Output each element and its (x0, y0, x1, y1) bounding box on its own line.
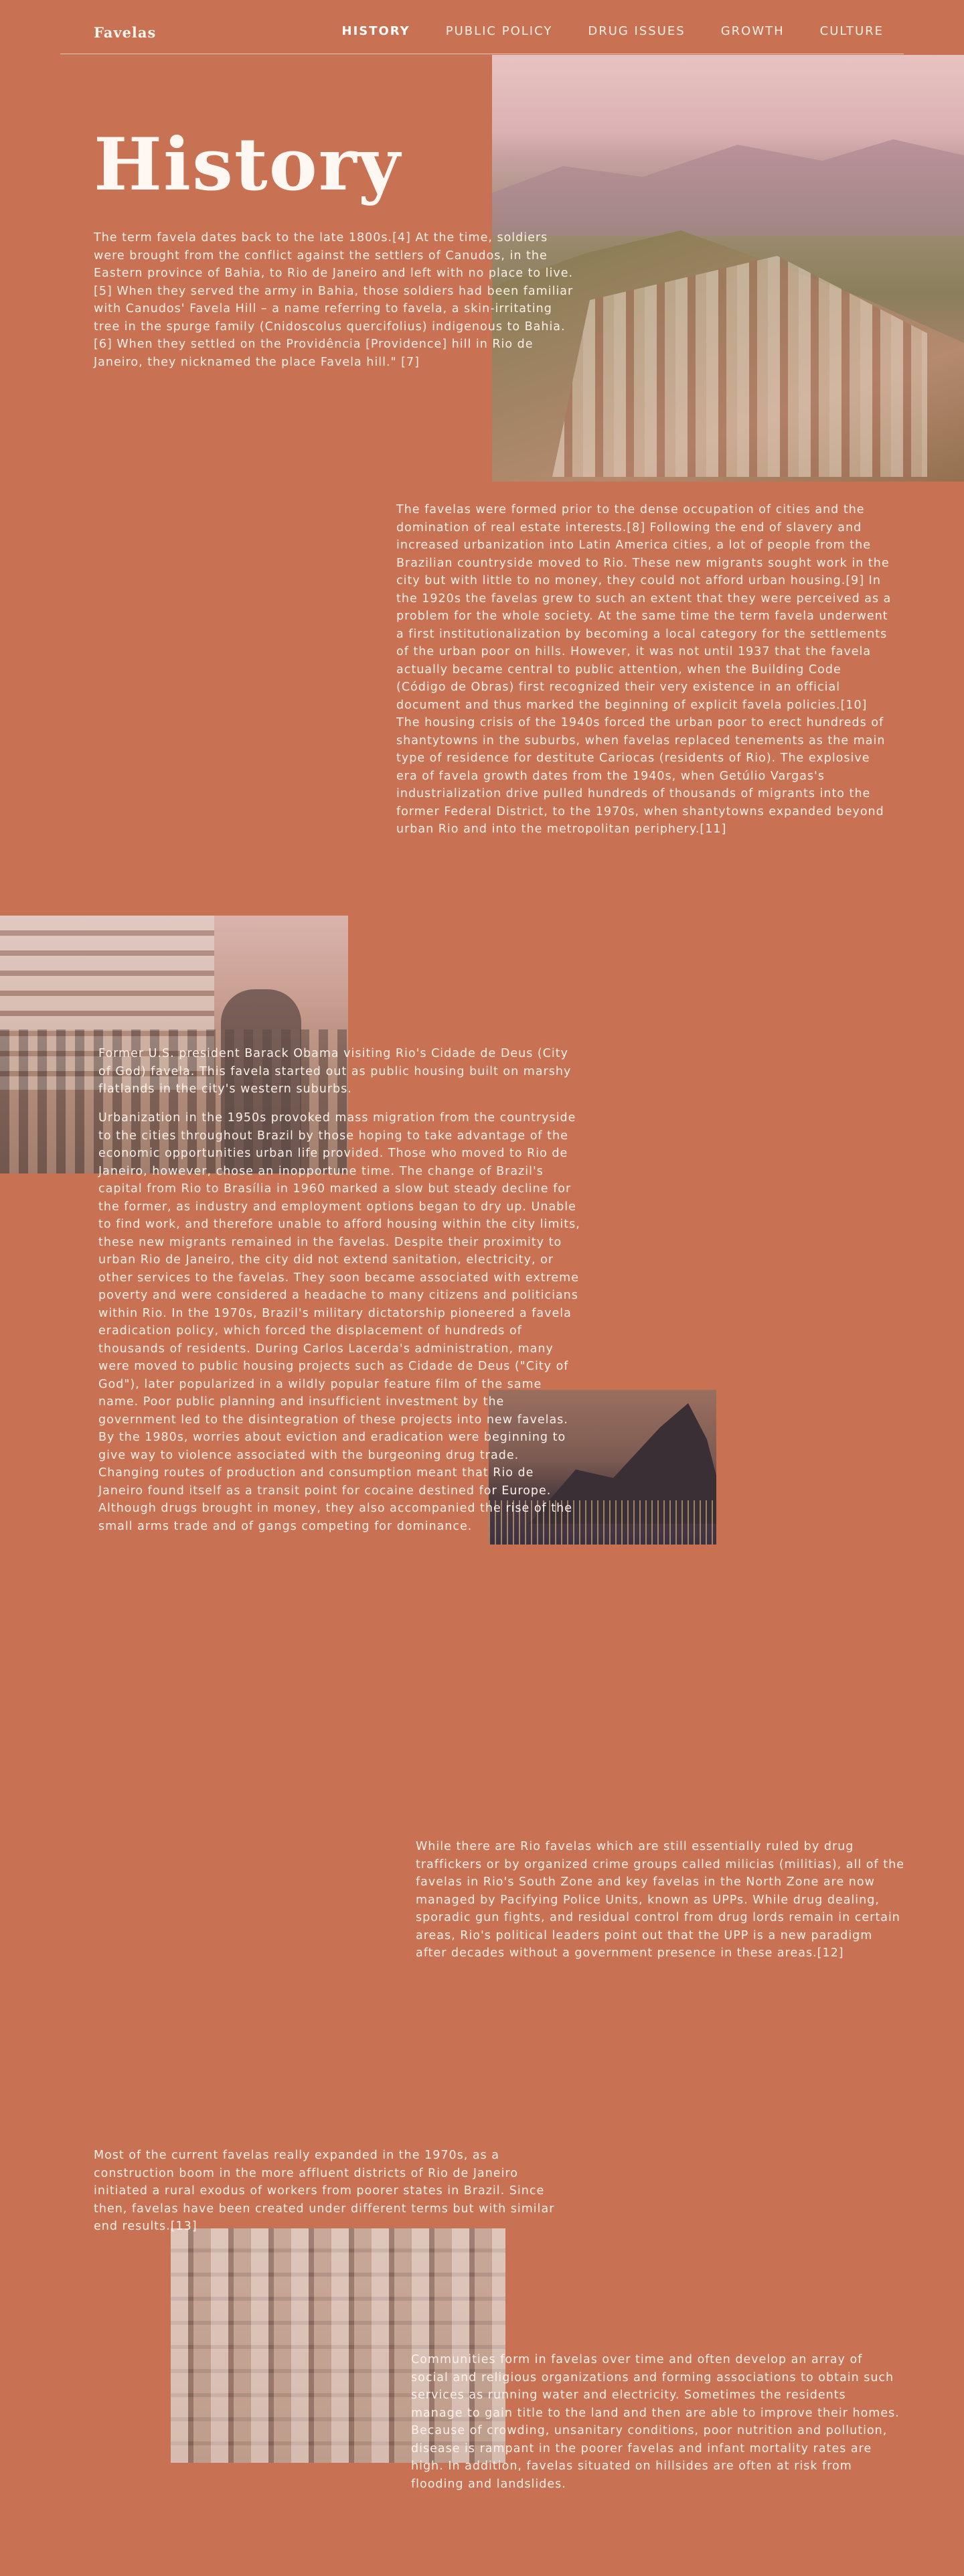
top-navigation: Favelas HISTORY PUBLIC POLICY DRUG ISSUE… (60, 0, 904, 54)
history-paragraph-origins: The term favela dates back to the late 1… (94, 231, 574, 369)
history-paragraph-1970s: Most of the current favelas really expan… (94, 2149, 555, 2233)
site-logo[interactable]: Favelas (94, 24, 156, 41)
history-paragraph-urbanization: Urbanization in the 1950s provoked mass … (98, 1111, 580, 1533)
nav-link-growth[interactable]: GROWTH (721, 24, 785, 38)
nav-link-culture[interactable]: CULTURE (820, 24, 884, 38)
nav-menu: HISTORY PUBLIC POLICY DRUG ISSUES GROWTH… (342, 24, 884, 38)
photo-caption-obama: Former U.S. president Barack Obama visit… (98, 1047, 572, 1096)
history-paragraph-formation: The favelas were formed prior to the den… (396, 503, 892, 836)
history-paragraph-upp: While there are Rio favelas which are st… (416, 1840, 904, 1960)
nav-link-public-policy[interactable]: PUBLIC POLICY (446, 24, 553, 38)
nav-link-drug-issues[interactable]: DRUG ISSUES (588, 24, 685, 38)
page-title: History (94, 123, 402, 207)
history-paragraph-communities: Communities form in favelas over time an… (411, 2353, 900, 2491)
nav-link-history[interactable]: HISTORY (342, 24, 410, 38)
